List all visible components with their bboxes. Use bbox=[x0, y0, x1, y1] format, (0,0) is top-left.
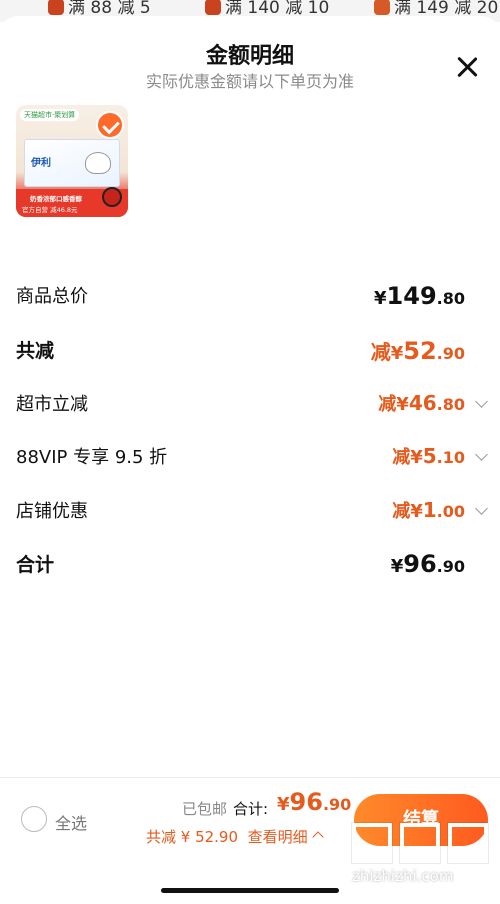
select-all-label[interactable]: 全选 bbox=[55, 810, 87, 834]
free-shipping-label: 已包邮 bbox=[182, 800, 228, 818]
shop-bag-icon bbox=[205, 0, 221, 15]
watermark-glyph bbox=[448, 823, 488, 863]
vip-discount-row[interactable]: 88VIP 专享 9.5 折 减¥5.10 bbox=[16, 443, 488, 475]
total-discount-row: 共减 减¥52.90 bbox=[16, 336, 486, 368]
product-image-tag: 天猫超市·聚划算 bbox=[20, 109, 80, 121]
view-details-toggle[interactable]: 共减 ¥ 52.90 查看明细 bbox=[146, 826, 324, 847]
total-discount-amount: 减¥52.90 bbox=[370, 337, 465, 365]
goods-total-amount: ¥149.80 bbox=[374, 282, 465, 310]
view-details-label: 查看明细 bbox=[247, 828, 308, 846]
goods-total-label: 商品总价 bbox=[16, 286, 88, 307]
supermarket-discount-row[interactable]: 超市立减 减¥46.80 bbox=[16, 390, 488, 422]
goods-total-row: 商品总价 ¥149.80 bbox=[16, 282, 486, 314]
site-watermark: zhizhizhi.com bbox=[350, 823, 500, 885]
supermarket-discount-label: 超市立减 bbox=[16, 394, 88, 415]
product-band-text: 奶香浓郁口感香醇 bbox=[30, 195, 82, 203]
product-band-text-2: 官方自营 减46.8元 bbox=[22, 206, 78, 214]
chevron-up-icon bbox=[311, 831, 324, 843]
store-discount-row[interactable]: 店铺优惠 减¥1.00 bbox=[16, 497, 488, 529]
product-thumbnail[interactable]: 天猫超市·聚划算 伊利 奶香浓郁口感香醇 官方自营 减46.8元 bbox=[16, 105, 128, 217]
chevron-down-icon[interactable] bbox=[475, 395, 488, 408]
discount-summary: 共减 ¥ 52.90 bbox=[146, 828, 239, 846]
product-logo: 伊利 bbox=[31, 158, 51, 169]
selected-check-icon bbox=[96, 111, 124, 139]
select-all-radio[interactable] bbox=[21, 806, 47, 832]
close-icon[interactable] bbox=[454, 54, 480, 80]
watermark-glyph bbox=[400, 823, 440, 863]
chevron-down-icon[interactable] bbox=[475, 502, 488, 515]
vip-discount-amount: 减¥5.10 bbox=[392, 444, 465, 468]
sum-label: 合计 bbox=[16, 554, 55, 576]
store-discount-label: 店铺优惠 bbox=[16, 501, 88, 522]
chevron-down-icon[interactable] bbox=[475, 448, 488, 461]
shop-bag-icon bbox=[48, 0, 64, 15]
watermark-url: zhizhizhi.com bbox=[352, 867, 454, 885]
total-discount-label: 共减 bbox=[16, 340, 55, 362]
sheet-title: 金额明细 bbox=[205, 44, 294, 69]
total-label: 合计: bbox=[233, 800, 269, 818]
cow-graphic bbox=[85, 152, 111, 174]
home-indicator bbox=[161, 888, 339, 893]
store-discount-amount: 减¥1.00 bbox=[392, 498, 465, 522]
sum-amount: ¥96.90 bbox=[390, 550, 465, 578]
supermarket-discount-amount: 减¥46.80 bbox=[378, 391, 465, 415]
sum-row: 合计 ¥96.90 bbox=[16, 550, 486, 582]
tmall-cat-icon bbox=[102, 187, 122, 207]
total-amount: ¥96.90 bbox=[277, 788, 352, 816]
vip-discount-label: 88VIP 专享 9.5 折 bbox=[16, 447, 168, 468]
sheet-subtitle: 实际优惠金额请以下单页为准 bbox=[145, 72, 354, 91]
shop-bag-icon bbox=[374, 0, 390, 15]
product-box-graphic: 伊利 bbox=[24, 139, 120, 187]
watermark-glyph bbox=[352, 823, 392, 863]
